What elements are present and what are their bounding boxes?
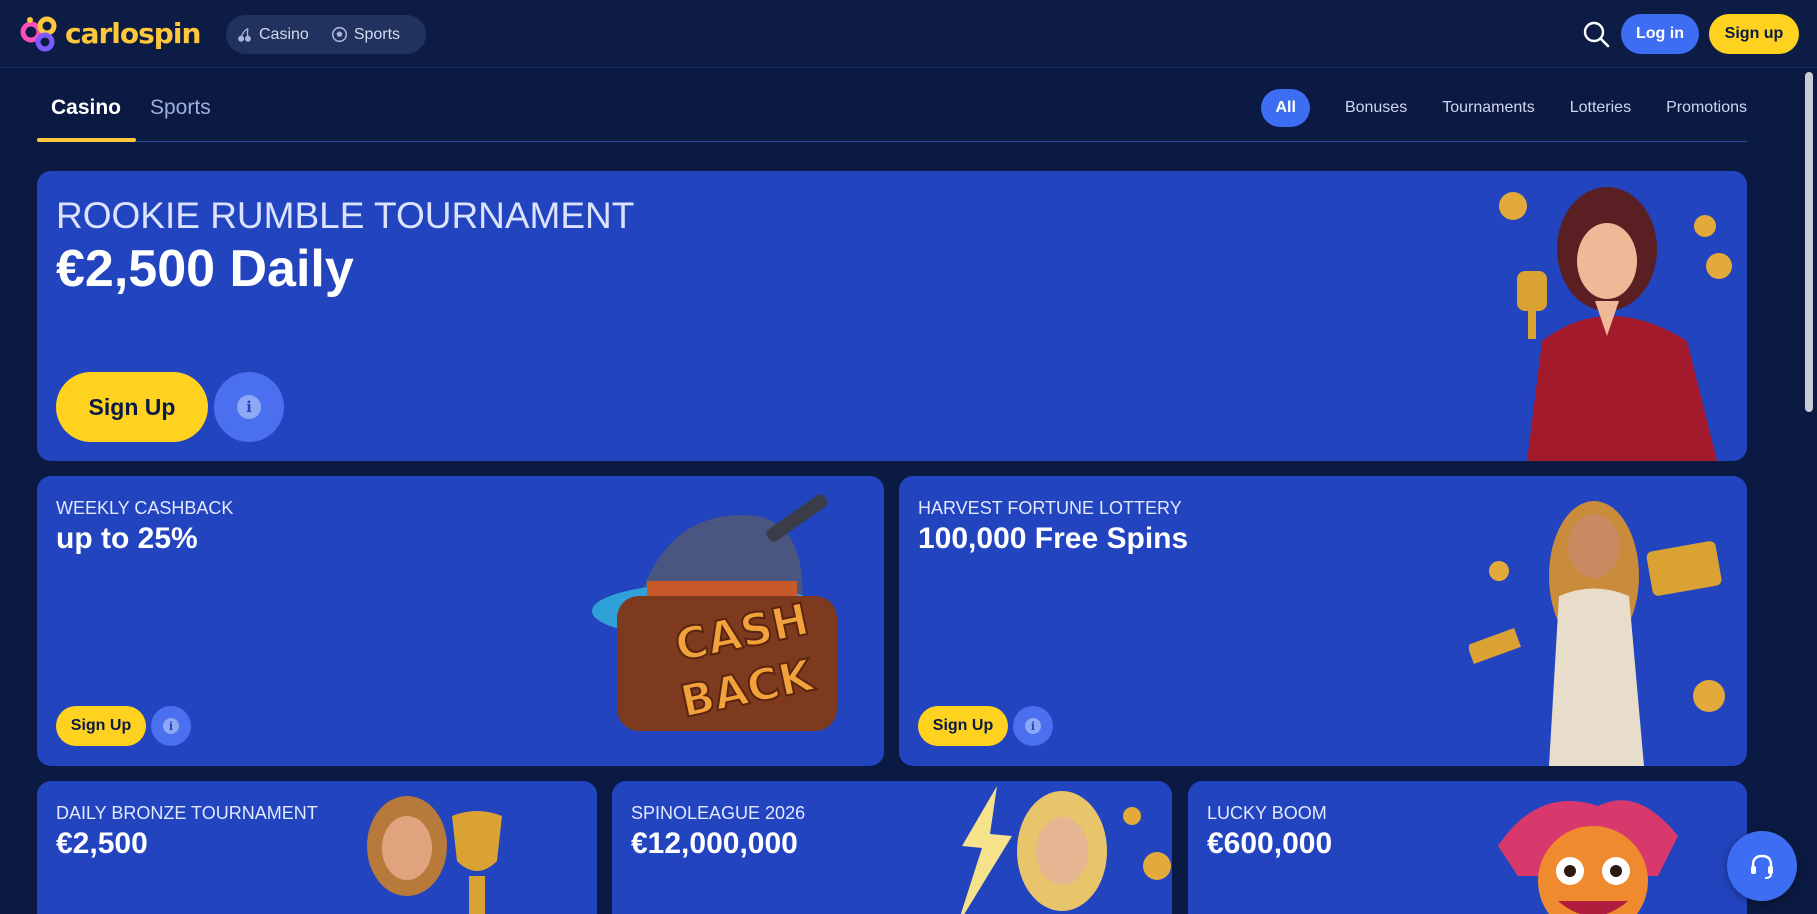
logo-icon [20, 16, 57, 52]
promo-kicker: SPINOLEAGUE 2026 [631, 803, 806, 823]
brand-name: carlospin [65, 16, 201, 50]
filter-all[interactable]: All [1261, 89, 1310, 127]
page-scrollbar[interactable] [1805, 72, 1813, 412]
promo-kicker: ROOKIE RUMBLE TOURNAMENT [56, 195, 635, 236]
signup-button[interactable]: Sign up [1709, 14, 1799, 54]
info-icon: i [163, 718, 179, 734]
promo-filters: All Bonuses Tournaments Lotteries Promot… [1261, 89, 1747, 127]
jester-character-illustration [1498, 800, 1678, 914]
vertical-casino[interactable]: Casino [236, 26, 309, 44]
promo-card-weekly-cashback[interactable]: WEEKLY CASHBACK up to 25% Sign Up i CASH… [37, 476, 884, 766]
promo-title: up to 25% [56, 522, 198, 555]
promo-card-lucky-boom[interactable]: LUCKY BOOM €600,000 [1188, 781, 1747, 914]
vertical-sports[interactable]: Sports [331, 26, 400, 44]
promo-info-button[interactable]: i [151, 706, 191, 746]
promo-signup-button[interactable]: Sign Up [918, 706, 1008, 746]
promo-card-spinoleague[interactable]: SPINOLEAGUE 2026 €12,000,000 [612, 781, 1172, 914]
promo-kicker: HARVEST FORTUNE LOTTERY [918, 498, 1182, 518]
login-button[interactable]: Log in [1621, 14, 1699, 54]
info-icon: i [1025, 718, 1041, 734]
promo-title: €12,000,000 [631, 827, 798, 860]
search-icon[interactable] [1582, 20, 1610, 48]
soccer-ball-icon [331, 26, 347, 43]
cashback-illustration: CASH BACK [592, 494, 837, 731]
promo-info-button[interactable]: i [214, 372, 284, 442]
bronze-character-illustration [367, 796, 502, 914]
promo-card-rookie-rumble[interactable]: ROOKIE RUMBLE TOURNAMENT €2,500 Daily Si… [37, 171, 1747, 461]
vertical-switcher: Casino Sports [226, 15, 426, 54]
promo-kicker: DAILY BRONZE TOURNAMENT [56, 803, 318, 823]
filter-lotteries[interactable]: Lotteries [1570, 99, 1631, 117]
promotions-subnav: Casino Sports All Bonuses Tournaments Lo… [37, 72, 1747, 142]
brand-logo[interactable]: carlospin [17, 10, 201, 56]
promo-signup-button[interactable]: Sign Up [56, 372, 208, 442]
headset-icon [1751, 854, 1773, 879]
info-icon: i [237, 395, 261, 419]
active-tab-indicator [37, 138, 136, 142]
filter-bonuses[interactable]: Bonuses [1345, 99, 1407, 117]
promo-kicker: WEEKLY CASHBACK [56, 498, 234, 518]
promo-title: €2,500 Daily [56, 240, 354, 298]
promo-info-button[interactable]: i [1013, 706, 1053, 746]
promo-signup-button[interactable]: Sign Up [56, 706, 146, 746]
hero-character-illustration [1499, 187, 1732, 461]
promo-title: €600,000 [1207, 827, 1333, 860]
support-chat-button[interactable] [1727, 831, 1797, 901]
tab-casino[interactable]: Casino [51, 96, 121, 120]
promo-title: 100,000 Free Spins [918, 522, 1189, 555]
top-bar: carlospin Casino Sports Log in Sign up [0, 0, 1817, 68]
tab-sports[interactable]: Sports [150, 96, 211, 120]
promo-title: €2,500 [56, 827, 148, 860]
spinoleague-character-illustration [960, 786, 1171, 914]
promo-card-harvest-lottery[interactable]: HARVEST FORTUNE LOTTERY 100,000 Free Spi… [899, 476, 1747, 766]
vertical-casino-label: Casino [259, 25, 309, 43]
harvest-character-illustration [1469, 501, 1725, 766]
cherries-icon [238, 27, 251, 42]
promo-kicker: LUCKY BOOM [1207, 803, 1327, 823]
vertical-sports-label: Sports [353, 25, 401, 43]
filter-tournaments[interactable]: Tournaments [1442, 99, 1535, 117]
promo-card-daily-bronze[interactable]: DAILY BRONZE TOURNAMENT €2,500 [37, 781, 597, 914]
filter-promotions[interactable]: Promotions [1666, 99, 1747, 117]
